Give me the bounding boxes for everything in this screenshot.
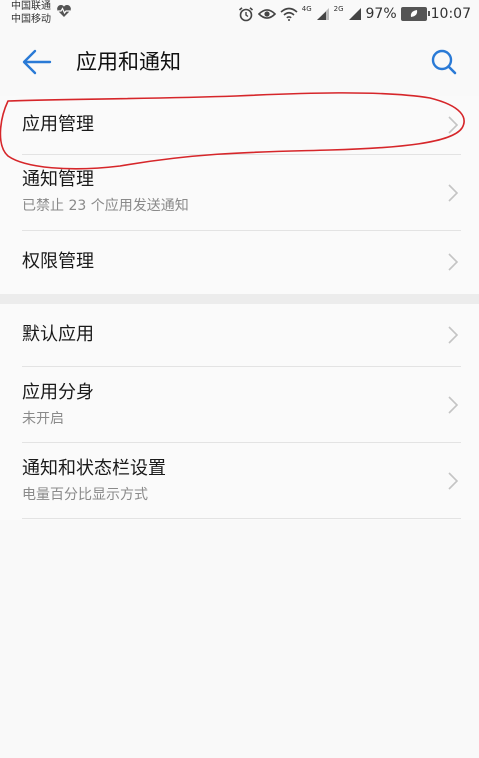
page-title: 应用和通知 — [76, 50, 181, 74]
status-icons: 4G 2G 97% 10:07 — [238, 4, 471, 24]
chevron-right-icon — [448, 116, 459, 134]
chevron-right-icon — [448, 472, 459, 490]
list-item-app-management[interactable]: 应用管理 — [0, 96, 479, 154]
battery-percent: 97% — [365, 6, 397, 22]
divider — [22, 518, 461, 519]
clock: 10:07 — [430, 6, 471, 22]
list-item-subtitle: 已禁止 23 个应用发送通知 — [22, 198, 189, 214]
list-item-label: 通知管理 — [22, 169, 94, 190]
list-item-label: 默认应用 — [22, 324, 94, 345]
list-item-subtitle: 电量百分比显示方式 — [22, 487, 148, 503]
settings-group-2: 默认应用 应用分身 未开启 通知和状态栏设置 电量百分比显示方式 — [0, 304, 479, 520]
list-item-label: 应用管理 — [22, 114, 94, 135]
battery-icon — [400, 7, 430, 21]
wifi-icon — [280, 7, 298, 21]
list-item-app-twin[interactable]: 应用分身 未开启 — [0, 367, 479, 442]
carrier-labels: 中国联通 中国移动 — [11, 0, 51, 26]
group-separator — [0, 294, 479, 304]
list-item-label: 应用分身 — [22, 382, 94, 403]
list-item-notification-management[interactable]: 通知管理 已禁止 23 个应用发送通知 — [0, 155, 479, 230]
health-heart-icon — [57, 4, 71, 17]
search-button[interactable] — [428, 46, 460, 78]
list-item-notification-statusbar-settings[interactable]: 通知和状态栏设置 电量百分比显示方式 — [0, 443, 479, 518]
chevron-right-icon — [448, 326, 459, 344]
chevron-right-icon — [448, 396, 459, 414]
signal-icon-1 — [316, 8, 329, 20]
network-type-2: 2G — [333, 5, 344, 13]
status-bar: 中国联通 中国移动 4G 2G 97% 10:07 — [0, 0, 479, 28]
list-item-label: 权限管理 — [22, 251, 94, 272]
search-icon — [431, 49, 457, 75]
eye-comfort-icon — [257, 9, 276, 19]
network-type-1: 4G — [301, 5, 312, 13]
list-item-subtitle: 未开启 — [22, 411, 64, 427]
list-item-default-apps[interactable]: 默认应用 — [0, 304, 479, 366]
alarm-icon — [238, 7, 253, 22]
chevron-right-icon — [448, 184, 459, 202]
settings-group-1: 应用管理 通知管理 已禁止 23 个应用发送通知 权限管理 — [0, 96, 479, 294]
list-item-label: 通知和状态栏设置 — [22, 458, 166, 479]
signal-icon-2 — [348, 8, 361, 20]
carrier-1: 中国联通 — [11, 1, 51, 12]
title-bar: 应用和通知 — [0, 28, 479, 96]
list-item-permission-management[interactable]: 权限管理 — [0, 231, 479, 294]
battery-saver-leaf-icon — [410, 10, 417, 17]
back-arrow-icon — [22, 49, 52, 75]
carrier-2: 中国移动 — [11, 14, 51, 25]
back-button[interactable] — [20, 46, 54, 78]
chevron-right-icon — [448, 253, 459, 271]
